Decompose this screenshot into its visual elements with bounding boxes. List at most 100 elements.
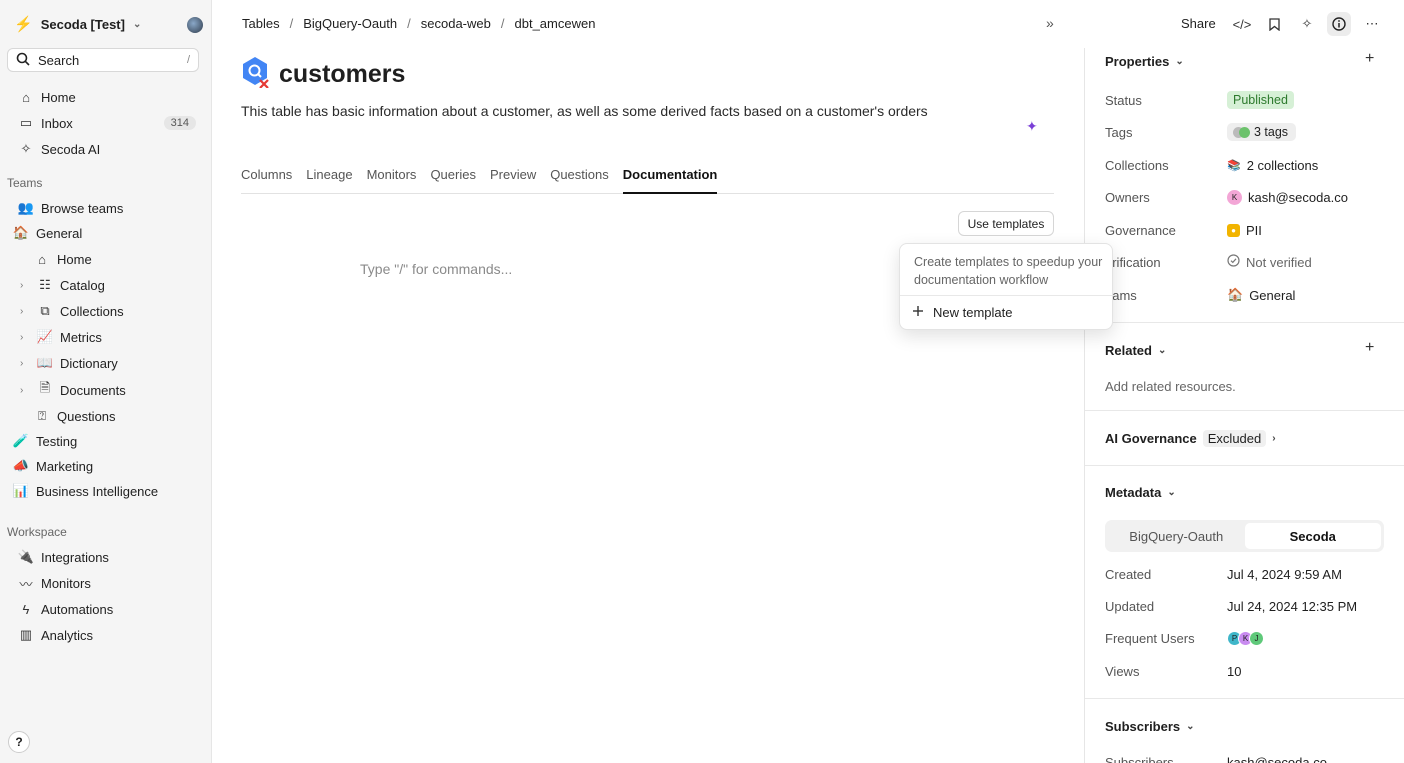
page-description[interactable]: This table has basic information about a… <box>241 103 928 119</box>
ai-governance-header[interactable]: AI Governance Excluded › <box>1105 430 1276 447</box>
subscriber-value[interactable]: kash@secoda.co <box>1227 755 1327 763</box>
related-empty[interactable]: Add related resources. <box>1105 376 1395 396</box>
breadcrumb-item[interactable]: Tables <box>242 16 280 31</box>
properties-heading: Properties <box>1105 54 1170 69</box>
sidebar-item-integrations[interactable]: 🔌 Integrations <box>8 545 204 569</box>
sidebar-item-analytics[interactable]: ▥ Analytics <box>8 623 204 647</box>
properties-panel: Properties ⌄ + Status Published Tags 3 t… <box>1084 48 1404 763</box>
property-collections: Collections 📚 2 collections <box>1105 155 1395 175</box>
metrics-chart-icon: 📈 <box>36 329 54 344</box>
sidebar-item-dictionary[interactable]: › 📖 Dictionary <box>8 351 204 375</box>
page-title[interactable]: customers <box>279 60 405 89</box>
code-icon[interactable]: </> <box>1230 12 1254 36</box>
chevron-right-icon[interactable]: › <box>20 280 30 291</box>
breadcrumb-item[interactable]: dbt_amcewen <box>515 16 596 31</box>
sidebar-item-browse-teams[interactable]: 👥 Browse teams <box>8 196 204 220</box>
teams-value[interactable]: 🏠 General <box>1227 287 1295 303</box>
tab-questions[interactable]: Questions <box>550 164 609 194</box>
property-label: Updated <box>1105 598 1155 614</box>
chevron-down-icon: ⌄ <box>1157 345 1167 356</box>
metadata-updated: Updated Jul 24, 2024 12:35 PM <box>1105 596 1395 616</box>
breadcrumb-item[interactable]: BigQuery-Oauth <box>303 16 397 31</box>
documentation-editor[interactable]: Type "/" for commands... <box>360 261 512 277</box>
inbox-count-badge: 314 <box>163 116 196 130</box>
tab-queries[interactable]: Queries <box>430 164 476 194</box>
ai-governance-status-badge: Excluded <box>1202 430 1267 447</box>
chevron-right-icon[interactable]: › <box>20 306 30 317</box>
tab-columns[interactable]: Columns <box>241 164 292 194</box>
new-template-button[interactable]: New template <box>912 305 1012 320</box>
owner-value[interactable]: K kash@secoda.co <box>1227 189 1348 205</box>
users-icon: 👥 <box>17 200 35 215</box>
chevron-right-icon[interactable]: › <box>20 332 30 343</box>
chevron-right-icon[interactable]: › <box>20 385 30 396</box>
governance-value[interactable]: ● PII <box>1227 223 1262 238</box>
sidebar-item-documents[interactable]: › 🗎 Documents <box>8 378 204 402</box>
add-related-icon[interactable]: + <box>1365 339 1374 357</box>
tab-lineage[interactable]: Lineage <box>306 164 352 194</box>
properties-header[interactable]: Properties ⌄ <box>1105 54 1184 69</box>
ai-sparkle-icon[interactable]: ✧ <box>1295 12 1319 36</box>
home-icon: ⌂ <box>22 89 30 105</box>
bookmark-icon[interactable] <box>1262 12 1286 36</box>
search-input[interactable]: Search / <box>7 48 199 72</box>
divider <box>1085 465 1404 466</box>
sidebar-item-questions[interactable]: ⍰ Questions <box>8 404 204 428</box>
sidebar-item-automations[interactable]: ϟ Automations <box>8 597 204 621</box>
property-status: Status Published <box>1105 90 1395 110</box>
sidebar-item-testing[interactable]: 🧪 Testing <box>8 429 204 453</box>
sidebar-item-home[interactable]: ⌂ Home <box>8 85 204 109</box>
sidebar-item-inbox[interactable]: ▭ Inbox 314 <box>8 111 204 135</box>
subscribers-header[interactable]: Subscribers ⌄ <box>1105 719 1195 734</box>
inbox-icon: ▭ <box>19 115 33 130</box>
verification-value[interactable]: Not verified <box>1227 254 1312 270</box>
collapse-panel-icon[interactable]: » <box>1046 15 1054 31</box>
status-badge[interactable]: Published <box>1227 91 1294 109</box>
sidebar-item-label: Business Intelligence <box>36 483 159 499</box>
sidebar-item-collections[interactable]: › ⧉ Collections <box>8 299 204 323</box>
property-label: eams <box>1105 287 1137 303</box>
collections-count: 2 collections <box>1246 157 1319 173</box>
tab-documentation[interactable]: Documentation <box>622 164 718 194</box>
sidebar-item-metrics[interactable]: › 📈 Metrics <box>8 325 204 349</box>
segment-secoda[interactable]: Secoda <box>1244 523 1381 549</box>
sidebar-item-business-intelligence[interactable]: 📊 Business Intelligence <box>8 479 204 503</box>
governance-label: PII <box>1246 222 1262 238</box>
collections-value[interactable]: 📚 2 collections <box>1227 158 1318 173</box>
use-templates-button[interactable]: Use templates <box>958 211 1054 236</box>
shield-icon: ● <box>1227 223 1240 237</box>
breadcrumb-separator: / <box>289 16 294 31</box>
sidebar-item-general-home[interactable]: ⌂ Home <box>8 247 204 271</box>
add-property-icon[interactable]: + <box>1365 50 1374 68</box>
tags-pill[interactable]: 3 tags <box>1227 123 1297 141</box>
related-header[interactable]: Related ⌄ <box>1105 343 1166 358</box>
sidebar-item-general[interactable]: 🏠 General <box>8 221 204 245</box>
property-label: Collections <box>1105 157 1169 173</box>
chevron-right-icon[interactable]: › <box>20 358 30 369</box>
team-label: General <box>1249 287 1296 303</box>
frequent-users-avatars[interactable]: P K J <box>1227 630 1264 646</box>
share-button[interactable]: Share <box>1181 16 1216 31</box>
sidebar-item-marketing[interactable]: 📣 Marketing <box>8 454 204 478</box>
related-heading: Related <box>1105 343 1152 358</box>
breadcrumb-item[interactable]: secoda-web <box>421 16 491 31</box>
tab-preview[interactable]: Preview <box>490 164 536 194</box>
sidebar-item-catalog[interactable]: › ☷ Catalog <box>8 273 204 297</box>
workspace-switcher[interactable]: ⚡ Secoda [Test] ⌄ <box>14 14 141 34</box>
property-verification: erification Not verified <box>1105 252 1395 272</box>
property-tags: Tags 3 tags <box>1105 122 1395 142</box>
info-icon[interactable] <box>1327 12 1351 36</box>
property-owners: Owners K kash@secoda.co <box>1105 187 1395 207</box>
segment-bigquery-oauth[interactable]: BigQuery-Oauth <box>1108 523 1245 549</box>
user-avatar[interactable] <box>187 17 203 33</box>
help-button[interactable]: ? <box>8 731 30 753</box>
tab-monitors[interactable]: Monitors <box>367 164 417 194</box>
divider <box>1085 322 1404 323</box>
sidebar-item-label: Dictionary <box>60 355 118 371</box>
sidebar-item-monitors[interactable]: 〰 Monitors <box>8 571 204 595</box>
sidebar-item-secoda-ai[interactable]: ✧ Secoda AI <box>8 137 204 161</box>
metadata-header[interactable]: Metadata ⌄ <box>1105 485 1176 500</box>
ai-sparkle-icon[interactable]: ✦ <box>1026 118 1038 135</box>
sidebar-item-label: Testing <box>36 433 78 449</box>
more-options-icon[interactable]: ⋯ <box>1360 12 1384 36</box>
